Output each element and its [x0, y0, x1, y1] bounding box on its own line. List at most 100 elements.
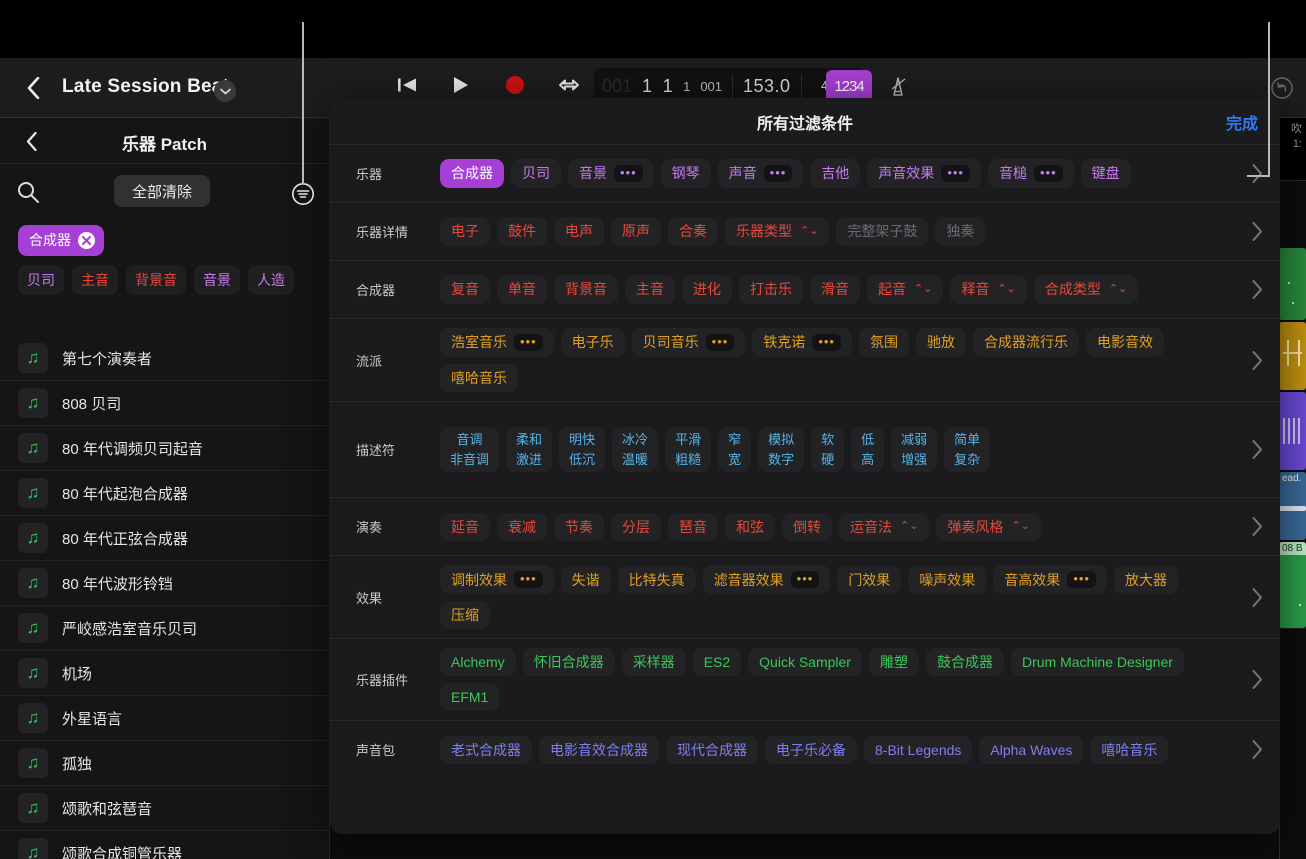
list-item[interactable]: ♫ 80 年代正弦合成器: [0, 516, 329, 561]
tag-beisi[interactable]: 贝司: [18, 265, 64, 295]
filter-pill[interactable]: 氛围: [858, 328, 909, 357]
filter-pill[interactable]: 弹奏风格 ⌃⌄: [936, 512, 1041, 541]
more-options-icon[interactable]: •••: [763, 165, 793, 182]
filter-pill[interactable]: 倒转: [782, 512, 832, 541]
search-icon[interactable]: [16, 180, 40, 204]
filter-pill[interactable]: EFM1: [440, 683, 500, 712]
stepper-icon[interactable]: ⌃⌄: [997, 283, 1015, 296]
more-options-icon[interactable]: •••: [705, 334, 735, 351]
filter-pill[interactable]: 音高效果 •••: [993, 565, 1107, 595]
filter-pill-dual[interactable]: 平滑 粗糙: [665, 427, 712, 473]
filter-pill-dual[interactable]: 减弱 增强: [891, 427, 938, 473]
track-region[interactable]: [1279, 248, 1306, 320]
filter-pill[interactable]: 完整架子鼓: [836, 217, 929, 246]
filter-pill[interactable]: 放大器: [1113, 565, 1178, 594]
play-button[interactable]: [446, 70, 476, 100]
filter-pill[interactable]: 电影音效合成器: [539, 735, 659, 764]
chevron-right-icon[interactable]: [1234, 280, 1280, 299]
filter-pill[interactable]: 节奏: [554, 512, 604, 541]
track-region[interactable]: 08 B: [1279, 542, 1306, 628]
chevron-right-icon[interactable]: [1234, 164, 1280, 183]
filter-pill[interactable]: 音景 •••: [568, 159, 654, 188]
chevron-right-icon[interactable]: [1234, 670, 1280, 690]
filter-pill[interactable]: 现代合成器: [666, 735, 758, 764]
filter-pill[interactable]: 起音 ⌃⌄: [867, 275, 944, 304]
filter-pill[interactable]: 调制效果 •••: [440, 565, 554, 595]
filter-pill[interactable]: 分层: [611, 512, 661, 541]
patch-list[interactable]: ♫ 第七个演奏者 ♫ 808 贝司 ♫ 80 年代调频贝司起音 ♫ 80 年代起泡合成器…: [0, 336, 329, 859]
filter-pill[interactable]: 鼓合成器: [925, 648, 1004, 677]
filter-pill[interactable]: 电声: [554, 217, 604, 246]
filter-pill[interactable]: Alchemy: [440, 648, 516, 677]
filter-pill[interactable]: 驰放: [915, 328, 966, 357]
done-button[interactable]: 完成: [1226, 110, 1258, 134]
cycle-button[interactable]: [554, 70, 584, 100]
filter-pill[interactable]: 怀旧合成器: [522, 648, 615, 677]
filter-pill[interactable]: 采样器: [621, 648, 686, 677]
filter-pill[interactable]: 声音效果 •••: [867, 159, 981, 188]
chevron-right-icon[interactable]: [1234, 350, 1280, 370]
close-circle-icon[interactable]: [78, 231, 95, 249]
filter-pill[interactable]: 失谐: [560, 565, 611, 594]
stepper-icon[interactable]: ⌃⌄: [900, 520, 918, 533]
filter-pill[interactable]: 延音: [440, 512, 490, 541]
filter-pill-dual[interactable]: 明快 低沉: [559, 427, 606, 473]
filter-pill[interactable]: 进化: [682, 275, 732, 304]
chevron-right-icon[interactable]: [1234, 517, 1280, 537]
filter-pill[interactable]: 吉他: [810, 159, 861, 188]
filter-pill[interactable]: 浩室音乐 •••: [440, 328, 554, 357]
filter-pill-dual[interactable]: 音调 非音调: [440, 427, 500, 473]
undo-icon[interactable]: [1270, 76, 1294, 100]
list-item[interactable]: ♫ 80 年代起泡合成器: [0, 471, 329, 516]
chevron-right-icon[interactable]: [1234, 440, 1280, 460]
chevron-right-icon[interactable]: [1234, 222, 1280, 241]
filter-pill[interactable]: 合成器: [440, 159, 504, 188]
list-item[interactable]: ♫ 外星语言: [0, 696, 329, 741]
list-item[interactable]: ♫ 808 贝司: [0, 381, 329, 426]
filter-pill[interactable]: 声音 •••: [717, 159, 804, 188]
filter-pill-dual[interactable]: 窄宽: [718, 427, 752, 473]
filter-pill[interactable]: 嘻哈音乐: [1090, 735, 1169, 764]
filter-pill[interactable]: ES2: [692, 648, 742, 677]
filter-pill[interactable]: 钢琴: [660, 159, 711, 188]
more-options-icon[interactable]: •••: [614, 165, 643, 182]
filter-pill[interactable]: 原声: [611, 217, 661, 246]
track-region[interactable]: ead.: [1279, 472, 1306, 540]
filter-pill[interactable]: 8-Bit Legends: [864, 735, 973, 764]
list-item[interactable]: ♫ 机场: [0, 651, 329, 696]
filter-pill[interactable]: 噪声效果: [908, 565, 987, 594]
project-back-button[interactable]: [18, 72, 48, 104]
filter-pill[interactable]: 电子乐: [560, 328, 625, 357]
list-item[interactable]: ♫ 颂歌和弦琶音: [0, 786, 329, 831]
list-item[interactable]: ♫ 第七个演奏者: [0, 336, 329, 381]
list-item[interactable]: ♫ 颂歌合成铜管乐器: [0, 831, 329, 859]
filter-pill[interactable]: 滑音: [810, 275, 860, 304]
filter-pill[interactable]: 嘻哈音乐: [440, 364, 518, 393]
filter-pill[interactable]: 滤音器效果 •••: [702, 565, 831, 595]
stepper-icon[interactable]: ⌃⌄: [1011, 520, 1029, 533]
filter-pill[interactable]: 运音法 ⌃⌄: [839, 512, 930, 541]
stepper-icon[interactable]: ⌃⌄: [1109, 283, 1127, 296]
filter-pill[interactable]: 贝司音乐 •••: [631, 328, 746, 357]
selected-filter-chip[interactable]: 合成器: [18, 225, 104, 256]
filter-pill-dual[interactable]: 软硬: [811, 427, 845, 473]
filter-pill[interactable]: 合成器流行乐: [972, 328, 1079, 357]
chevron-right-icon[interactable]: [1234, 740, 1280, 760]
rewind-button[interactable]: [392, 70, 422, 100]
filter-pill[interactable]: 贝司: [511, 159, 561, 188]
list-item[interactable]: ♫ 80 年代波形铃铛: [0, 561, 329, 606]
filter-pill[interactable]: 复音: [440, 275, 490, 304]
filter-pill[interactable]: Drum Machine Designer: [1010, 648, 1184, 677]
filter-icon[interactable]: [291, 182, 315, 206]
filter-pill-dual[interactable]: 低高: [851, 427, 885, 473]
filter-pill-dual[interactable]: 柔和 激进: [506, 427, 553, 473]
filter-pill[interactable]: 衰减: [497, 512, 547, 541]
filter-pill[interactable]: 主音: [625, 275, 675, 304]
filter-pill[interactable]: 独奏: [935, 217, 986, 246]
filter-pill[interactable]: 电子: [440, 217, 490, 246]
record-button[interactable]: [500, 70, 530, 100]
filter-pill[interactable]: 门效果: [837, 565, 902, 594]
clear-all-button[interactable]: 全部清除: [114, 175, 211, 207]
list-item[interactable]: ♫ 孤独: [0, 741, 329, 786]
more-options-icon[interactable]: •••: [790, 571, 820, 589]
